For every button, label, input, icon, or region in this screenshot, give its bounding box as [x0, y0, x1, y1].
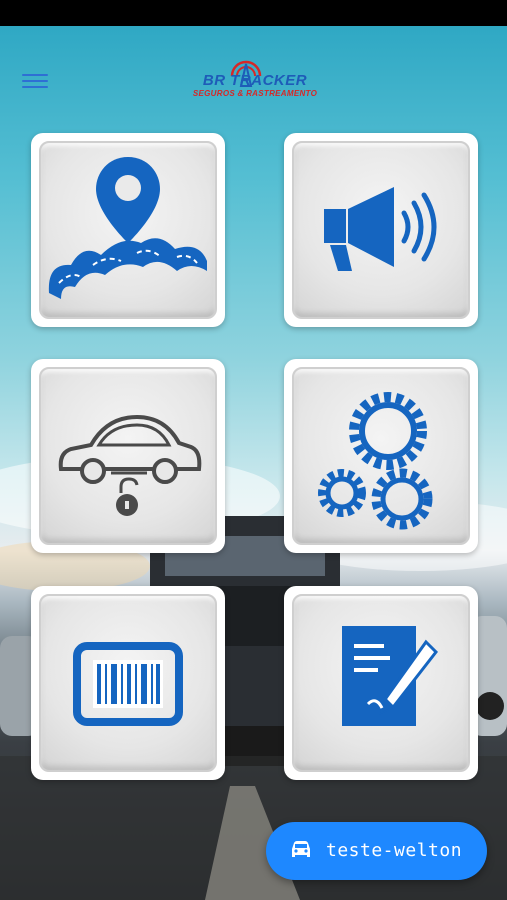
barcode-icon	[73, 642, 183, 726]
gears-icon	[318, 392, 433, 530]
app-screen: BR TRACKER SEGUROS & RASTREAMENTO teste-…	[0, 26, 507, 900]
tile-route-history[interactable]	[31, 133, 225, 327]
logo-subtitle: SEGUROS & RASTREAMENTO	[192, 89, 318, 98]
logo-title: BR TRACKER	[202, 72, 308, 89]
tile-vehicle-lock[interactable]	[31, 359, 225, 553]
status-bar	[0, 0, 507, 26]
vehicle-name: teste-welton	[326, 840, 463, 861]
hamburger-menu-icon	[22, 74, 48, 76]
map-pin-road-icon	[48, 157, 207, 299]
tile-contract[interactable]	[284, 586, 478, 780]
tile-barcode[interactable]	[31, 586, 225, 780]
brand-logo: BR TRACKER SEGUROS & RASTREAMENTO	[190, 54, 320, 102]
document-sign-icon	[342, 626, 438, 726]
menu-button[interactable]	[22, 70, 48, 90]
tile-alert[interactable]	[284, 133, 478, 327]
tile-settings[interactable]	[284, 359, 478, 553]
megaphone-icon	[324, 187, 437, 271]
car-icon	[292, 841, 310, 857]
selected-vehicle-button[interactable]: teste-welton	[266, 822, 487, 880]
car-lock-icon	[58, 414, 202, 516]
